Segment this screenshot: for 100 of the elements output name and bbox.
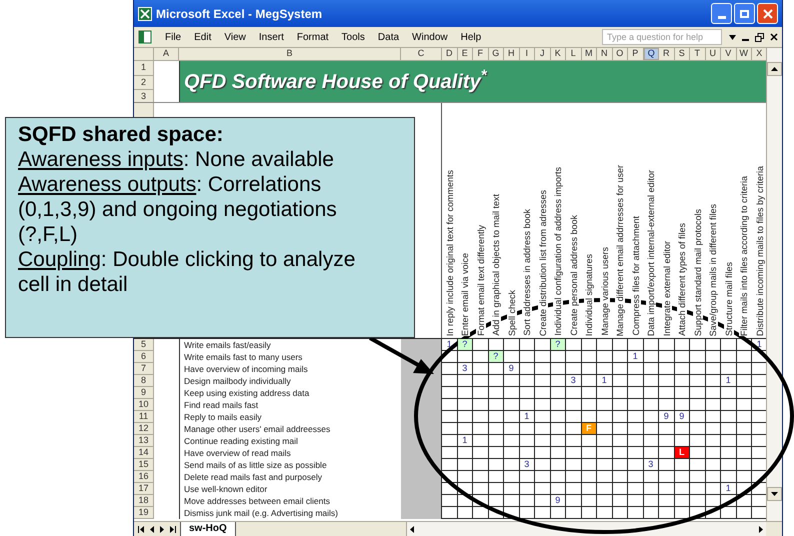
column-header[interactable]: I <box>520 48 535 60</box>
spreadsheet-icon[interactable] <box>138 30 152 44</box>
row-number[interactable]: 14 <box>134 447 154 459</box>
next-sheet-icon[interactable] <box>160 526 164 532</box>
menu-item[interactable]: Help <box>460 30 482 44</box>
table-cell <box>582 375 597 387</box>
menu-item[interactable]: Format <box>296 30 329 44</box>
row-number[interactable]: 8 <box>134 375 154 387</box>
column-header[interactable]: F <box>473 48 488 60</box>
caret-icon[interactable] <box>729 34 736 40</box>
row-number[interactable]: 15 <box>134 459 154 471</box>
table-cell <box>504 387 520 399</box>
row-number[interactable]: 6 <box>134 351 154 363</box>
menu-item[interactable]: Window <box>412 30 448 44</box>
column-header[interactable]: O <box>612 48 628 60</box>
table-cell <box>706 435 721 447</box>
table-cell <box>535 495 550 507</box>
table-cell <box>535 435 550 447</box>
close-button[interactable] <box>757 3 778 24</box>
table-cell <box>550 471 566 483</box>
table-cell <box>612 471 628 483</box>
column-header[interactable]: A <box>154 48 179 60</box>
menu-item[interactable]: File <box>165 30 182 44</box>
table-cell <box>736 399 752 411</box>
column-header[interactable]: Q <box>644 48 659 60</box>
table-cell <box>706 375 721 387</box>
column-header[interactable]: L <box>566 48 582 60</box>
table-cell <box>582 471 597 483</box>
table-cell <box>706 471 721 483</box>
table-cell <box>612 507 628 519</box>
table-cell <box>520 423 535 435</box>
menu-item[interactable]: View <box>224 30 246 44</box>
table-cell <box>690 459 706 471</box>
column-header[interactable]: T <box>690 48 706 60</box>
table-cell <box>644 447 659 459</box>
table-cell <box>442 483 458 495</box>
row-number[interactable]: 9 <box>134 387 154 399</box>
column-header[interactable]: M <box>582 48 597 60</box>
table-cell <box>488 507 504 519</box>
table-cell <box>442 399 458 411</box>
previous-sheet-icon[interactable] <box>150 526 154 532</box>
table-cell <box>550 507 566 519</box>
table-cell <box>504 495 520 507</box>
row-number[interactable]: 10 <box>134 399 154 411</box>
menu-item[interactable]: Edit <box>194 30 212 44</box>
help-field[interactable]: Type a question for help <box>602 29 722 45</box>
row-number[interactable]: 12 <box>134 423 154 435</box>
left-arrow-icon[interactable] <box>410 526 414 532</box>
sheet-tab[interactable]: sw-HoQ <box>180 522 236 536</box>
row-number[interactable]: 5 <box>134 339 154 351</box>
row-number[interactable]: 13 <box>134 435 154 447</box>
column-header[interactable]: W <box>736 48 752 60</box>
column-header[interactable]: U <box>706 48 721 60</box>
table-cell <box>706 507 721 519</box>
row-number[interactable]: 18 <box>134 495 154 507</box>
column-header[interactable]: R <box>659 48 674 60</box>
column-header[interactable]: E <box>458 48 473 60</box>
row-number[interactable]: 11 <box>134 411 154 423</box>
column-header[interactable]: N <box>597 48 612 60</box>
column-header[interactable]: V <box>721 48 736 60</box>
requirement-text: Dismiss junk mail (e.g. Advertising mails) <box>184 508 338 518</box>
table-cell <box>458 495 473 507</box>
column-header[interactable]: D <box>442 48 458 60</box>
menu-item[interactable]: Data <box>378 30 400 44</box>
menu-item[interactable]: Tools <box>342 30 365 44</box>
column-header[interactable]: J <box>535 48 550 60</box>
table-cell <box>597 471 612 483</box>
restore-icon[interactable] <box>755 32 764 42</box>
menu-item[interactable]: Insert <box>258 30 284 44</box>
table-cell <box>659 375 674 387</box>
table-cell <box>628 459 644 471</box>
column-header[interactable]: C <box>401 48 442 60</box>
column-header[interactable]: G <box>488 48 504 60</box>
last-sheet-icon[interactable] <box>170 526 176 532</box>
row-number[interactable]: 7 <box>134 363 154 375</box>
table-cell <box>690 483 706 495</box>
table-cell <box>690 351 706 363</box>
minimize-button[interactable] <box>711 3 732 24</box>
row-number[interactable]: 17 <box>134 483 154 495</box>
requirement-text: Continue reading existing mail <box>184 436 298 446</box>
first-sheet-icon[interactable] <box>138 526 144 532</box>
table-cell <box>550 387 566 399</box>
column-header[interactable]: K <box>550 48 566 60</box>
right-arrow-icon[interactable] <box>759 526 763 532</box>
row-number[interactable]: 19 <box>134 507 154 519</box>
column-header[interactable]: S <box>674 48 690 60</box>
scroll-up-button[interactable] <box>767 62 782 76</box>
row-number[interactable]: 16 <box>134 471 154 483</box>
table-cell: 9 <box>504 363 520 375</box>
close-icon[interactable] <box>770 33 778 41</box>
row-number[interactable]: 1 <box>134 61 154 76</box>
column-header[interactable]: B <box>179 48 401 60</box>
scroll-down-button[interactable] <box>767 487 782 501</box>
table-cell <box>690 435 706 447</box>
column-header[interactable]: H <box>504 48 520 60</box>
restore-button[interactable] <box>734 3 755 24</box>
table-cell <box>597 459 612 471</box>
vertical-scrollbar[interactable] <box>766 48 782 521</box>
table-cell <box>736 387 752 399</box>
row-number[interactable]: 2 <box>134 76 154 90</box>
